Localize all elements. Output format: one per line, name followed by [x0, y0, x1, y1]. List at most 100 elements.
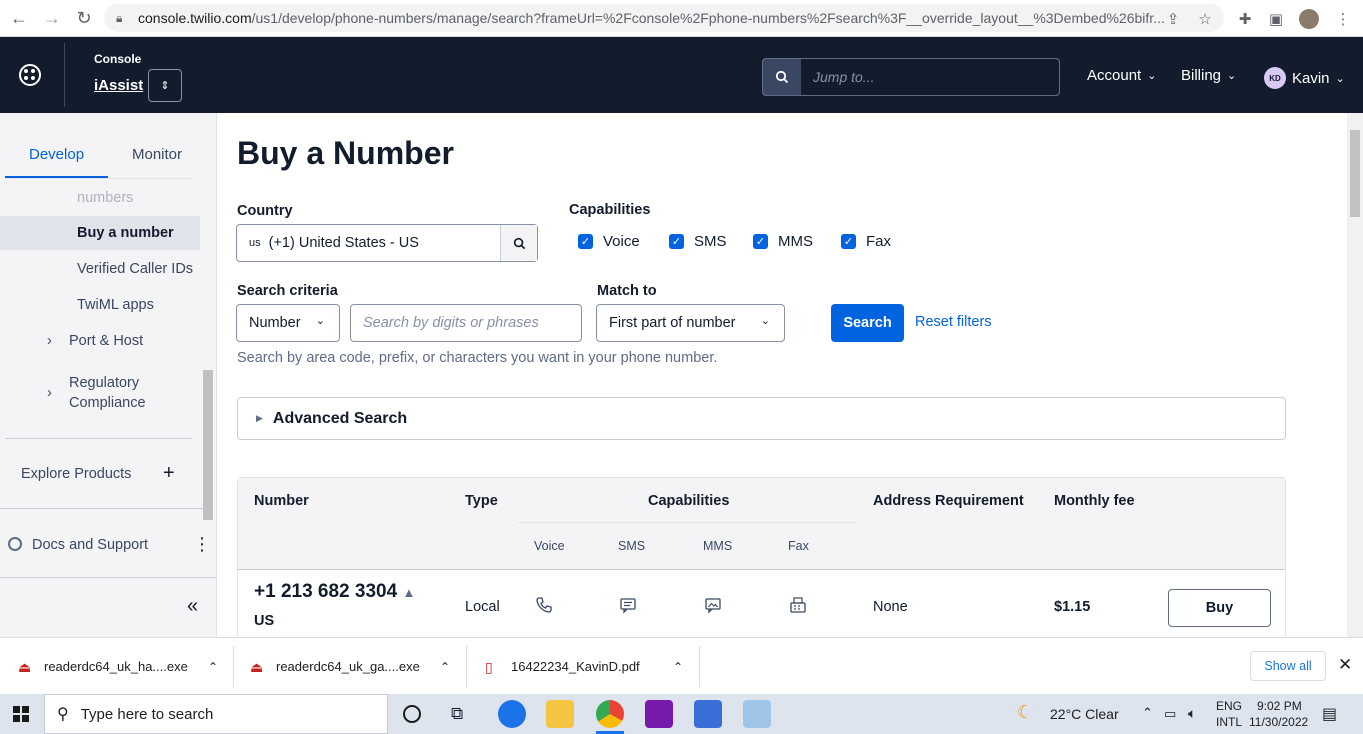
number-type: Local [465, 599, 500, 615]
numbers-table: Number Type Capabilities Address Require… [237, 477, 1286, 637]
windows-start-icon[interactable] [13, 706, 29, 722]
capability-mms[interactable]: ✓ MMS [753, 233, 813, 250]
billing-menu[interactable]: Billing ⌄ [1181, 67, 1236, 84]
volume-icon[interactable]: 🔈︎ [1188, 705, 1196, 722]
download-item[interactable]: ▯ 16422234_KavinD.pdf ⌃ [485, 638, 683, 695]
keyboard-layout[interactable]: INTL [1216, 715, 1242, 729]
extensions-icon[interactable]: ✚ [1232, 6, 1258, 32]
side-panel-icon[interactable]: ▣ [1263, 6, 1289, 32]
sidebar-divider [0, 508, 212, 509]
paint-icon[interactable] [743, 700, 771, 728]
match-to-select[interactable]: First part of number ⌄ [596, 304, 785, 342]
profile-avatar[interactable] [1296, 6, 1322, 32]
capability-label: MMS [778, 233, 813, 250]
chevron-up-icon[interactable]: ⌃ [673, 660, 683, 674]
file-explorer-icon[interactable] [546, 700, 574, 728]
country-select[interactable]: us (+1) United States - US [236, 224, 538, 262]
country-label: Country [237, 203, 293, 219]
plus-icon[interactable]: + [163, 462, 175, 485]
sidebar-item-port-host[interactable]: › Port & Host [47, 333, 143, 349]
scrollbar-thumb[interactable] [1350, 130, 1360, 217]
sidebar-item-numbers[interactable]: numbers [77, 190, 133, 206]
subcol-sms: SMS [618, 539, 646, 553]
twilio-logo-icon[interactable] [19, 64, 41, 86]
forward-icon[interactable]: → [38, 4, 66, 32]
more-vertical-icon[interactable]: ⋮ [193, 534, 211, 555]
sidebar-item-verified-caller-ids[interactable]: Verified Caller IDs [77, 261, 193, 277]
page-scrollbar[interactable] [1347, 113, 1363, 637]
sidebar-scrollbar[interactable] [203, 370, 213, 520]
checkbox-checked-icon[interactable]: ✓ [841, 234, 856, 249]
chevron-up-icon[interactable]: ⌃ [440, 660, 450, 674]
app-power-icon[interactable] [498, 700, 526, 728]
clock-date[interactable]: 11/30/2022 [1249, 715, 1308, 729]
chevron-down-icon: ⌄ [315, 315, 325, 327]
sidebar-item-twiml-apps[interactable]: TwiML apps [77, 297, 154, 313]
subcol-fax: Fax [788, 539, 809, 553]
buy-button[interactable]: Buy [1168, 589, 1271, 627]
network-icon[interactable]: ▭ [1164, 706, 1176, 722]
console-header: Console iAssist ⇕ Account ⌄ Billing ⌄ KD Ka… [0, 37, 1363, 113]
remote-desktop-icon[interactable] [694, 700, 722, 728]
close-icon[interactable]: ✕ [1338, 655, 1352, 675]
capability-fax[interactable]: ✓ Fax [841, 233, 891, 250]
tab-develop[interactable]: Develop [29, 146, 84, 163]
reload-icon[interactable]: ↻ [70, 4, 98, 32]
docs-support-link[interactable]: Docs and Support [8, 537, 148, 553]
download-filename: readerdc64_uk_ha....exe [44, 659, 188, 674]
browser-toolbar: ← → ↻ 🔒︎ console.twilio.com/us1/develop/… [0, 0, 1363, 37]
weather-text[interactable]: 22°C Clear [1050, 706, 1119, 722]
capabilities-label: Capabilities [569, 202, 651, 218]
back-icon[interactable]: ← [5, 4, 33, 32]
more-icon[interactable]: ⋮ [1330, 6, 1356, 32]
chrome-icon[interactable] [596, 700, 624, 728]
account-menu[interactable]: Account ⌄ [1087, 67, 1156, 84]
capability-voice[interactable]: ✓ Voice [578, 233, 640, 250]
language-code[interactable]: ENG [1216, 699, 1242, 713]
number-search-input[interactable]: Search by digits or phrases [350, 304, 582, 342]
tray-expand-icon[interactable]: ⌃ [1142, 705, 1153, 721]
notification-icon[interactable]: ▤ [1322, 704, 1337, 724]
search-icon[interactable] [763, 59, 801, 95]
chevron-up-down-icon: ⇕ [160, 80, 170, 92]
col-capabilities: Capabilities [648, 493, 730, 509]
checkbox-checked-icon[interactable]: ✓ [669, 234, 684, 249]
capability-sms[interactable]: ✓ SMS [669, 233, 727, 250]
download-item[interactable]: ⏏ readerdc64_uk_ga....exe ⌃ [250, 638, 450, 695]
checkbox-checked-icon[interactable]: ✓ [753, 234, 768, 249]
account-switcher-button[interactable]: ⇕ [148, 69, 182, 102]
chevron-down-icon: ⌄ [1335, 72, 1345, 85]
capability-label: SMS [694, 233, 727, 250]
sidebar-item-regulatory-compliance[interactable]: › Regulatory Compliance [47, 373, 177, 413]
advanced-search-toggle[interactable]: ▶ Advanced Search [237, 397, 1286, 440]
search-button[interactable]: Search [831, 304, 904, 342]
account-menu-label: Account [1087, 67, 1142, 84]
checkbox-checked-icon[interactable]: ✓ [578, 234, 593, 249]
show-all-downloads-button[interactable]: Show all [1250, 651, 1326, 681]
jump-to-input[interactable] [801, 59, 1059, 95]
chevron-up-icon[interactable]: ⌃ [208, 660, 218, 674]
reset-filters-link[interactable]: Reset filters [915, 314, 992, 330]
explore-products-link[interactable]: Explore Products [21, 466, 131, 482]
cortana-icon[interactable] [403, 705, 421, 723]
user-menu[interactable]: KD Kavin ⌄ [1264, 67, 1345, 89]
task-view-icon[interactable]: ⧉ [451, 704, 463, 724]
search-criteria-select[interactable]: Number ⌄ [236, 304, 340, 342]
search-icon[interactable] [500, 225, 537, 261]
share-icon[interactable]: ⇪ [1160, 6, 1186, 32]
onenote-icon[interactable] [645, 700, 673, 728]
sidebar-item-buy-a-number[interactable]: Buy a number [0, 216, 200, 250]
star-icon[interactable]: ☆ [1192, 6, 1218, 32]
windows-taskbar: ⚲ Type here to search ⧉ ☾ 22°C Clear ⌃ ▭… [0, 694, 1363, 734]
account-name-link[interactable]: iAssist [94, 77, 143, 94]
clock-time[interactable]: 9:02 PM [1257, 699, 1302, 713]
pdf-file-icon: ▯ [485, 658, 493, 675]
address-bar[interactable]: 🔒︎ console.twilio.com/us1/develop/phone-… [104, 4, 1224, 32]
taskbar-search[interactable]: ⚲ Type here to search [44, 694, 388, 734]
subcol-voice: Voice [534, 539, 565, 553]
download-divider [699, 646, 700, 687]
tab-monitor[interactable]: Monitor [132, 146, 182, 163]
collapse-sidebar-icon[interactable]: « [187, 595, 198, 618]
chevron-right-icon: › [47, 385, 52, 401]
download-item[interactable]: ⏏ readerdc64_uk_ha....exe ⌃ [18, 638, 218, 695]
